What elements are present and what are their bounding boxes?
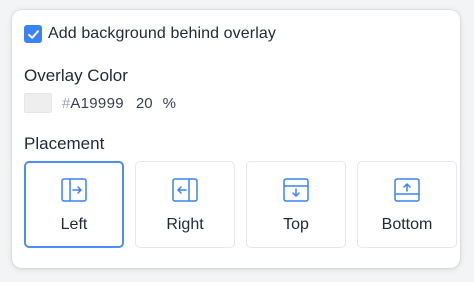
placement-option-right[interactable]: Right	[135, 161, 235, 248]
placement-option-label: Bottom	[381, 216, 433, 233]
hex-color-input[interactable]: A19999	[70, 95, 124, 112]
placement-title: Placement	[24, 134, 105, 153]
placement-bottom-icon	[394, 178, 420, 202]
checkmark-icon	[27, 29, 39, 39]
overlay-color-swatch[interactable]	[24, 93, 52, 113]
overlay-color-row: # A19999 20 %	[24, 93, 176, 113]
placement-option-bottom[interactable]: Bottom	[357, 161, 457, 248]
opacity-input[interactable]: 20	[136, 95, 153, 112]
placement-option-top[interactable]: Top	[246, 161, 346, 248]
placement-option-label: Top	[283, 216, 309, 233]
overlay-settings-panel: Add background behind overlay Overlay Co…	[12, 10, 460, 268]
placement-option-label: Right	[166, 216, 204, 233]
background-checkbox-label: Add background behind overlay	[48, 25, 276, 42]
background-checkbox[interactable]	[24, 25, 42, 43]
placement-option-left[interactable]: Left	[24, 161, 124, 248]
opacity-percent-sign: %	[162, 94, 176, 112]
placement-right-icon	[172, 178, 198, 202]
hex-hash-prefix: #	[62, 94, 71, 112]
background-checkbox-row[interactable]: Add background behind overlay	[24, 25, 276, 43]
placement-options: Left Right Top Bottom	[24, 161, 457, 248]
placement-left-icon	[61, 178, 87, 202]
placement-option-label: Left	[60, 216, 88, 233]
placement-top-icon	[283, 178, 309, 202]
overlay-color-title: Overlay Color	[24, 66, 128, 85]
